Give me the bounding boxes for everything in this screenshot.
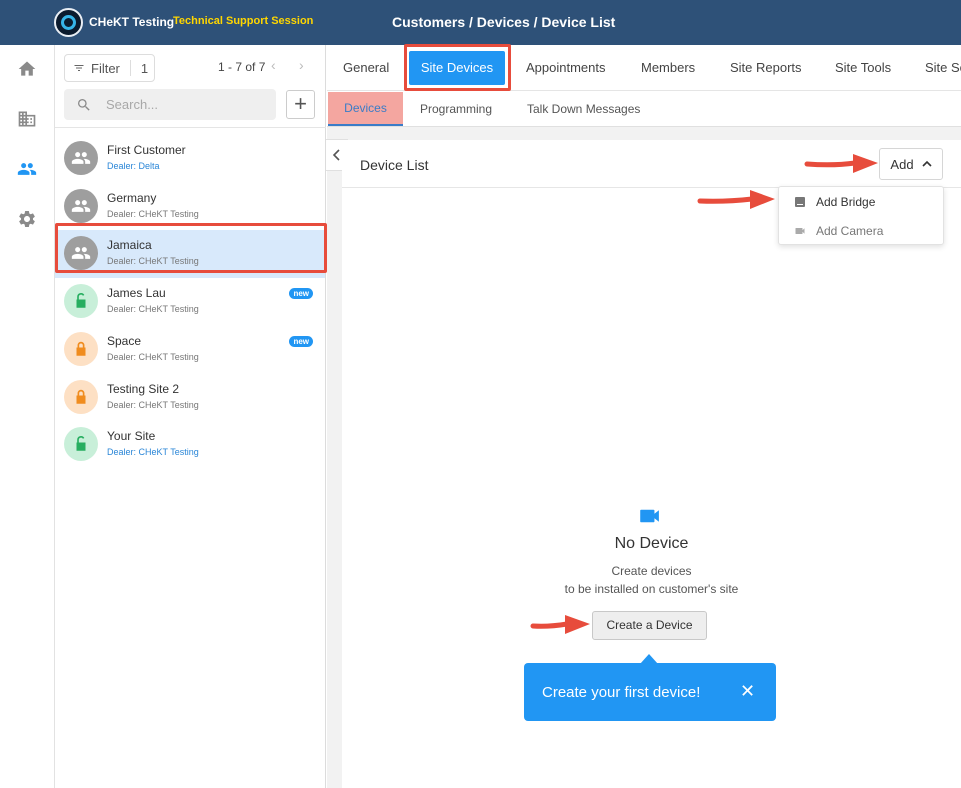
breadcrumb: Customers / Devices / Device List bbox=[392, 14, 616, 30]
add-customer-button[interactable]: + bbox=[286, 90, 315, 119]
new-badge: new bbox=[289, 335, 313, 347]
customer-dealer: Dealer: Delta bbox=[107, 161, 160, 171]
list-item[interactable]: Your Site Dealer: CHeKT Testing bbox=[55, 421, 325, 469]
avatar bbox=[64, 331, 98, 366]
list-item[interactable]: First Customer Dealer: Delta bbox=[55, 135, 325, 183]
customer-dealer: Dealer: CHeKT Testing bbox=[107, 447, 199, 458]
tab-site-settings[interactable]: Site Se bbox=[925, 60, 961, 75]
customer-name: Space bbox=[107, 333, 142, 348]
menu-item-add-camera[interactable]: Add Camera bbox=[779, 217, 945, 245]
customer-dealer: Dealer: CHeKT Testing bbox=[107, 304, 199, 315]
filter-icon bbox=[74, 65, 84, 71]
customer-name: James Lau bbox=[107, 286, 166, 301]
tab-general[interactable]: General bbox=[343, 60, 389, 75]
menu-label-add-camera: Add Camera bbox=[816, 224, 884, 238]
avatar bbox=[64, 427, 98, 462]
list-item[interactable]: Space Dealer: CHeKT Testing new bbox=[55, 326, 325, 374]
create-device-button[interactable]: Create a Device bbox=[592, 611, 707, 640]
bridge-icon bbox=[795, 197, 805, 207]
empty-title: No Device bbox=[614, 535, 689, 552]
highlight-box bbox=[404, 44, 511, 91]
camera-icon bbox=[795, 228, 805, 234]
video-camera-icon bbox=[640, 509, 659, 523]
empty-subtitle-2: to be installed on customer's site bbox=[564, 582, 739, 596]
pager-text: 1 - 7 of 7 bbox=[218, 60, 266, 74]
filter-count: 1 bbox=[140, 60, 149, 76]
list-item[interactable]: Testing Site 2 Dealer: CHeKT Testing bbox=[55, 374, 325, 422]
session-label: Technical Support Session bbox=[173, 15, 314, 27]
filter-button[interactable]: Filter 1 bbox=[64, 54, 155, 82]
list-item[interactable]: James Lau Dealer: CHeKT Testing new bbox=[55, 278, 325, 326]
nav-rail bbox=[0, 45, 55, 788]
subtab-talk-down[interactable]: Talk Down Messages bbox=[527, 102, 640, 116]
device-subtabs: Devices Programming Talk Down Messages bbox=[327, 91, 961, 127]
customer-list-panel: Filter 1 1 - 7 of 7 ‹ › + First Customer… bbox=[55, 45, 326, 788]
customer-name: Your Site bbox=[107, 429, 156, 444]
customer-dealer: Dealer: CHeKT Testing bbox=[107, 399, 199, 410]
onboarding-tooltip: Create your first device! ✕ bbox=[524, 654, 776, 721]
tooltip-text: Create your first device! bbox=[542, 684, 701, 701]
tab-site-tools[interactable]: Site Tools bbox=[835, 60, 891, 75]
customer-name: Germany bbox=[107, 190, 157, 205]
chevron-left-icon[interactable]: ‹ bbox=[271, 57, 276, 73]
search-icon bbox=[78, 98, 90, 111]
customer-name: First Customer bbox=[107, 143, 186, 157]
chevron-up-icon bbox=[921, 160, 932, 167]
customer-name: Testing Site 2 bbox=[107, 381, 180, 396]
avatar bbox=[64, 284, 98, 319]
chevron-right-icon[interactable]: › bbox=[299, 57, 304, 73]
search-input[interactable] bbox=[106, 97, 256, 112]
tab-appointments[interactable]: Appointments bbox=[526, 60, 606, 75]
avatar bbox=[64, 141, 98, 175]
tab-members[interactable]: Members bbox=[641, 60, 695, 75]
empty-subtitle-1: Create devices bbox=[611, 564, 692, 578]
subtab-devices[interactable]: Devices bbox=[328, 92, 403, 126]
add-dropdown-menu: Add Bridge Add Camera bbox=[778, 186, 944, 245]
customer-dealer: Dealer: CHeKT Testing bbox=[107, 351, 199, 362]
avatar bbox=[64, 379, 98, 414]
device-list-card: Device List Add Add Bridge Add Camera No… bbox=[342, 140, 961, 788]
add-device-button[interactable]: Add bbox=[879, 148, 943, 180]
add-label: Add bbox=[890, 156, 914, 172]
avatar bbox=[64, 188, 98, 223]
annotation-arrow bbox=[530, 615, 590, 634]
customer-dealer: Dealer: CHeKT Testing bbox=[107, 208, 199, 219]
annotation-arrow bbox=[697, 190, 775, 209]
people-icon[interactable] bbox=[17, 159, 37, 179]
subtab-programming[interactable]: Programming bbox=[420, 102, 492, 116]
new-badge: new bbox=[289, 288, 313, 300]
chevron-left-icon bbox=[332, 149, 340, 161]
highlight-box bbox=[55, 223, 327, 273]
gear-icon[interactable] bbox=[17, 209, 37, 229]
home-icon[interactable] bbox=[17, 59, 37, 79]
app-logo bbox=[54, 8, 83, 37]
tab-site-reports[interactable]: Site Reports bbox=[730, 60, 802, 75]
filter-label: Filter bbox=[91, 60, 120, 76]
menu-label-add-bridge: Add Bridge bbox=[816, 195, 876, 209]
close-icon[interactable]: ✕ bbox=[740, 681, 755, 702]
app-name: CHeKT Testing bbox=[89, 15, 175, 29]
annotation-arrow bbox=[804, 154, 878, 173]
menu-item-add-bridge[interactable]: Add Bridge bbox=[779, 188, 945, 216]
building-icon[interactable] bbox=[17, 109, 37, 129]
search-box bbox=[64, 89, 276, 120]
top-bar: CHeKT Testing Technical Support Session … bbox=[0, 0, 961, 45]
card-title: Device List bbox=[360, 157, 429, 173]
